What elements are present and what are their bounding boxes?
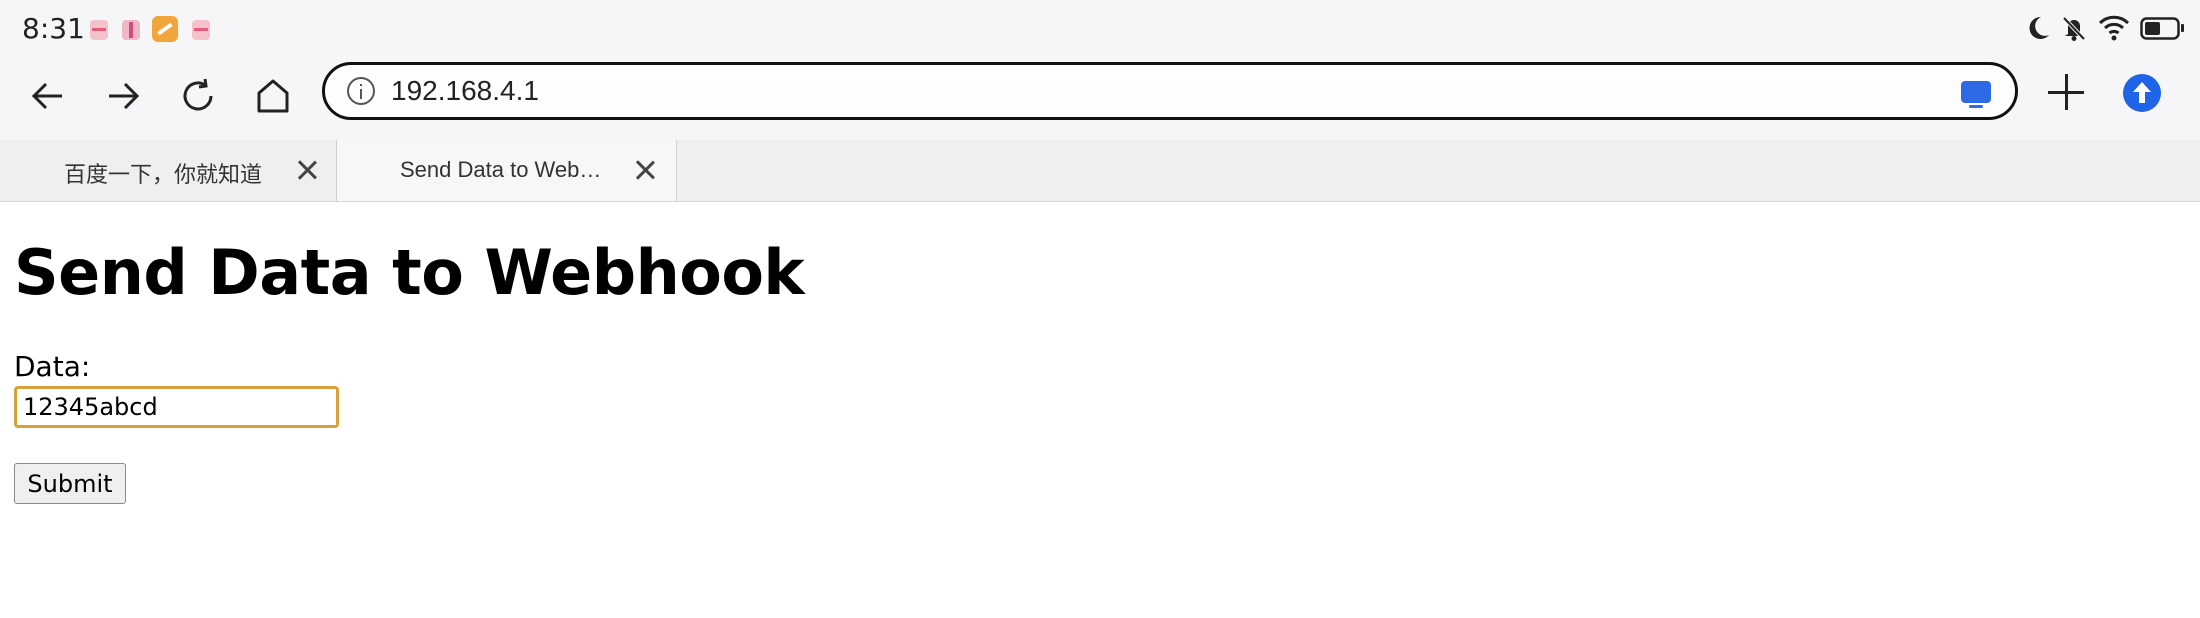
reload-icon (183, 78, 213, 111)
data-input[interactable] (14, 386, 339, 428)
cast-icon[interactable] (1961, 81, 1991, 108)
forward-button[interactable] (99, 72, 147, 120)
new-tab-button[interactable] (2043, 70, 2091, 118)
url-text[interactable]: 192.168.4.1 (391, 75, 539, 107)
wifi-icon (2098, 15, 2130, 41)
app-notification-icon (192, 20, 210, 40)
tab-strip: 百度一下，你就知道 Send Data to Web… (0, 140, 2200, 202)
bell-off-icon (2062, 16, 2086, 41)
reload-button[interactable] (174, 72, 222, 120)
submit-button[interactable]: Submit (14, 463, 126, 504)
upload-icon (2133, 82, 2151, 103)
data-label: Data: (14, 350, 91, 383)
status-bar: 8:31 (0, 0, 2200, 58)
tab-baidu[interactable]: 百度一下，你就知道 (0, 140, 337, 201)
arrow-right-icon (109, 82, 140, 110)
address-bar[interactable]: 192.168.4.1 (322, 62, 2018, 120)
app-notification-icon (90, 20, 108, 40)
home-button[interactable] (249, 72, 297, 120)
home-icon (257, 79, 289, 113)
tab-label: 百度一下，你就知道 (64, 163, 263, 188)
page-title: Send Data to Webhook (14, 236, 805, 309)
status-time: 8:31 (22, 12, 85, 45)
info-icon[interactable] (347, 77, 375, 105)
tab-label: Send Data to Web… (400, 157, 602, 182)
arrow-left-icon (31, 82, 62, 110)
back-button[interactable] (24, 72, 72, 120)
app-notification-icon (122, 20, 140, 40)
battery-icon (2140, 17, 2184, 40)
update-button[interactable] (2123, 74, 2161, 112)
close-icon[interactable] (635, 160, 655, 180)
close-icon[interactable] (297, 160, 317, 180)
moon-icon (2029, 16, 2049, 39)
app-notification-icon (152, 16, 178, 42)
browser-toolbar: 192.168.4.1 (0, 58, 2200, 140)
page-content: Send Data to Webhook Data: Submit (0, 202, 2200, 618)
tab-send-data[interactable]: Send Data to Web… (337, 140, 677, 201)
